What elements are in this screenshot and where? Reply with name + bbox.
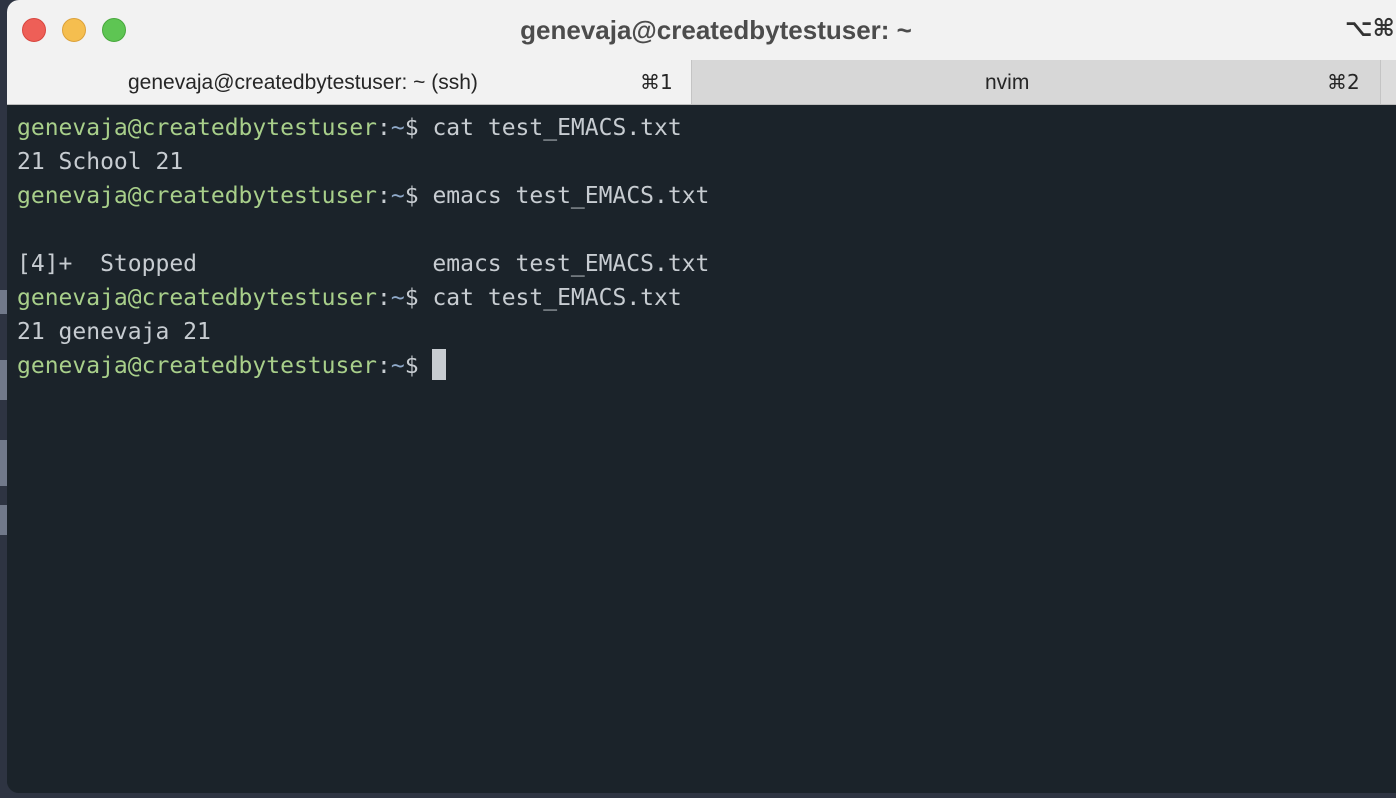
prompt-user-host: genevaja@createdbytestuser: [17, 353, 378, 379]
title-bar[interactable]: genevaja@createdbytestuser: ~ ⌥⌘1: [7, 0, 1396, 60]
output-text: [4]+ Stopped emacs test_EMACS.txt: [17, 251, 710, 277]
window-shortcut: ⌥⌘1: [1345, 14, 1396, 42]
terminal-window: genevaja@createdbytestuser: ~ ⌥⌘1 geneva…: [7, 0, 1396, 793]
new-tab-area[interactable]: [1381, 60, 1396, 104]
terminal-cursor: [432, 349, 447, 380]
command-text: cat test_EMACS.txt: [432, 285, 682, 311]
prompt-separator: :: [377, 115, 391, 141]
prompt-user-host: genevaja@createdbytestuser: [17, 115, 378, 141]
terminal-prompt-line: genevaja@createdbytestuser:~$ emacs test…: [17, 179, 1396, 213]
desktop: genevaja@createdbytestuser: ~ ⌥⌘1 geneva…: [0, 0, 1396, 798]
terminal-prompt-line: genevaja@createdbytestuser:~$: [17, 349, 1396, 383]
prompt-symbol: $: [404, 285, 433, 311]
prompt-symbol: $: [404, 183, 433, 209]
tab-bar: genevaja@createdbytestuser: ~ (ssh) ⌘1 n…: [7, 60, 1396, 105]
prompt-separator: :: [377, 353, 391, 379]
terminal-prompt-line: genevaja@createdbytestuser:~$ cat test_E…: [17, 281, 1396, 315]
tab-nvim[interactable]: nvim ⌘2: [691, 60, 1381, 104]
prompt-symbol: $: [404, 353, 433, 379]
tab-shortcut: ⌘2: [1327, 70, 1360, 94]
prompt-symbol: $: [404, 115, 433, 141]
tab-label: genevaja@createdbytestuser: ~ (ssh): [128, 71, 478, 94]
prompt-separator: :: [377, 285, 391, 311]
window-title: genevaja@createdbytestuser: ~: [520, 15, 912, 45]
command-text: cat test_EMACS.txt: [432, 115, 682, 141]
output-text: 21 School 21: [17, 149, 184, 175]
tab-ssh[interactable]: genevaja@createdbytestuser: ~ (ssh) ⌘1: [7, 60, 691, 104]
prompt-path: ~: [390, 183, 405, 209]
prompt-path: ~: [390, 115, 405, 141]
prompt-path: ~: [390, 353, 405, 379]
terminal-prompt-line: genevaja@createdbytestuser:~$ cat test_E…: [17, 111, 1396, 145]
prompt-path: ~: [390, 285, 405, 311]
prompt-separator: :: [377, 183, 391, 209]
prompt-user-host: genevaja@createdbytestuser: [17, 285, 378, 311]
command-text: emacs test_EMACS.txt: [432, 183, 710, 209]
output-text: 21 genevaja 21: [17, 319, 211, 345]
terminal-output-line: [4]+ Stopped emacs test_EMACS.txt: [17, 247, 1396, 281]
tab-label: nvim: [985, 71, 1030, 94]
terminal-output-line: 21 genevaja 21: [17, 315, 1396, 349]
tab-shortcut: ⌘1: [640, 70, 673, 94]
terminal-output[interactable]: genevaja@createdbytestuser:~$ cat test_E…: [7, 105, 1396, 793]
prompt-user-host: genevaja@createdbytestuser: [17, 183, 378, 209]
terminal-output-line: 21 School 21: [17, 145, 1396, 179]
